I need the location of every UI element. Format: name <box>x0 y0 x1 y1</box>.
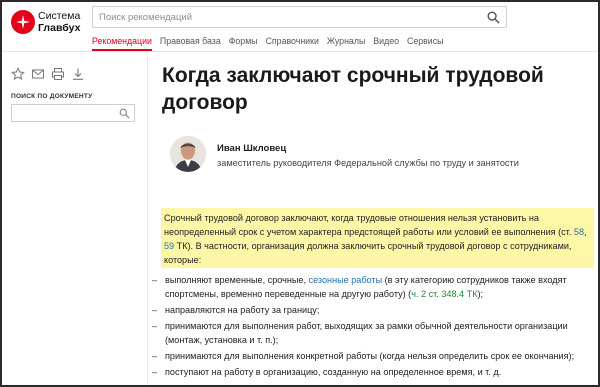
list-dash: – <box>152 351 158 361</box>
search-icon[interactable] <box>119 108 130 119</box>
main-nav: Рекомендации Правовая база Формы Справоч… <box>92 36 451 50</box>
tab-services[interactable]: Сервисы <box>407 36 443 50</box>
logo-icon[interactable] <box>11 10 35 34</box>
list-dash: – <box>152 321 158 331</box>
list-item: – принимаются для выполнения работ, выход… <box>152 319 597 347</box>
list-dash: – <box>152 275 158 285</box>
seasonal-work-link[interactable]: сезонные работы <box>309 275 383 285</box>
search-icon[interactable] <box>487 11 500 24</box>
search-input[interactable] <box>99 10 479 24</box>
tab-references[interactable]: Справочники <box>266 36 319 50</box>
article-59-link[interactable]: 59 <box>164 241 174 251</box>
email-icon[interactable] <box>31 67 45 81</box>
summary-paragraph: Срочный трудовой договор заключают, когд… <box>161 208 594 267</box>
tab-recommendations[interactable]: Рекомендации <box>92 36 152 50</box>
summary-text-continued: ТК). В частности, организация должна зак… <box>164 241 572 265</box>
app-window: Система Главбух Рекомендации Правовая ба… <box>0 0 600 387</box>
list-item-text: направляются на работу за границу; <box>165 305 320 315</box>
doc-search-label: ПОИСК ПО ДОКУМЕНТУ <box>11 93 93 100</box>
article-58-link[interactable]: 58 <box>574 227 584 237</box>
list-item-text: принимаются для выполнения конкретной ра… <box>165 351 575 361</box>
list-dash: – <box>152 367 158 377</box>
header-divider <box>2 51 598 52</box>
list-item: – выполняют временные, срочные, сезонные … <box>152 273 597 301</box>
list-dash: – <box>152 305 158 315</box>
list-item: – поступают на работу в организацию, созд… <box>152 365 597 379</box>
conditions-list: – выполняют временные, срочные, сезонные … <box>152 273 597 381</box>
list-item-text: выполняют временные, срочные, <box>165 275 309 285</box>
brand-name[interactable]: Система Главбух <box>38 10 80 34</box>
tab-journals[interactable]: Журналы <box>327 36 365 50</box>
summary-text: Срочный трудовой договор заключают, когд… <box>164 213 574 237</box>
doc-search-box <box>11 104 135 122</box>
tab-forms[interactable]: Формы <box>229 36 258 50</box>
highlighted-summary: Срочный трудовой договор заключают, когд… <box>161 208 594 268</box>
search-box <box>92 6 507 28</box>
download-icon[interactable] <box>71 67 85 81</box>
star-icon[interactable] <box>11 67 25 81</box>
list-item-text: ); <box>477 289 484 299</box>
sidebar-divider <box>147 52 148 385</box>
brand-line-1: Система <box>38 10 81 22</box>
list-item-text: принимаются для выполнения работ, выходя… <box>165 321 568 345</box>
list-item-text: поступают на работу в организацию, созда… <box>165 367 502 377</box>
tab-video[interactable]: Видео <box>373 36 399 50</box>
author-name[interactable]: Иван Шкловец <box>217 143 286 154</box>
summary-separator: , <box>584 227 587 237</box>
brand-line-2: Главбух <box>38 22 81 34</box>
page-title: Когда заключают срочный трудовой договор <box>162 64 544 114</box>
tab-legal-base[interactable]: Правовая база <box>160 36 221 50</box>
doc-search-input[interactable] <box>16 108 112 122</box>
print-icon[interactable] <box>51 67 65 81</box>
author-role: заместитель руководителя Федеральной слу… <box>217 158 519 168</box>
list-item: – направляются на работу за границу; <box>152 303 597 317</box>
list-item: – принимаются для выполнения конкретной р… <box>152 349 597 363</box>
law-reference-link[interactable]: ч. 2 ст. 348.4 ТК <box>411 289 477 299</box>
author-avatar[interactable] <box>170 136 206 172</box>
